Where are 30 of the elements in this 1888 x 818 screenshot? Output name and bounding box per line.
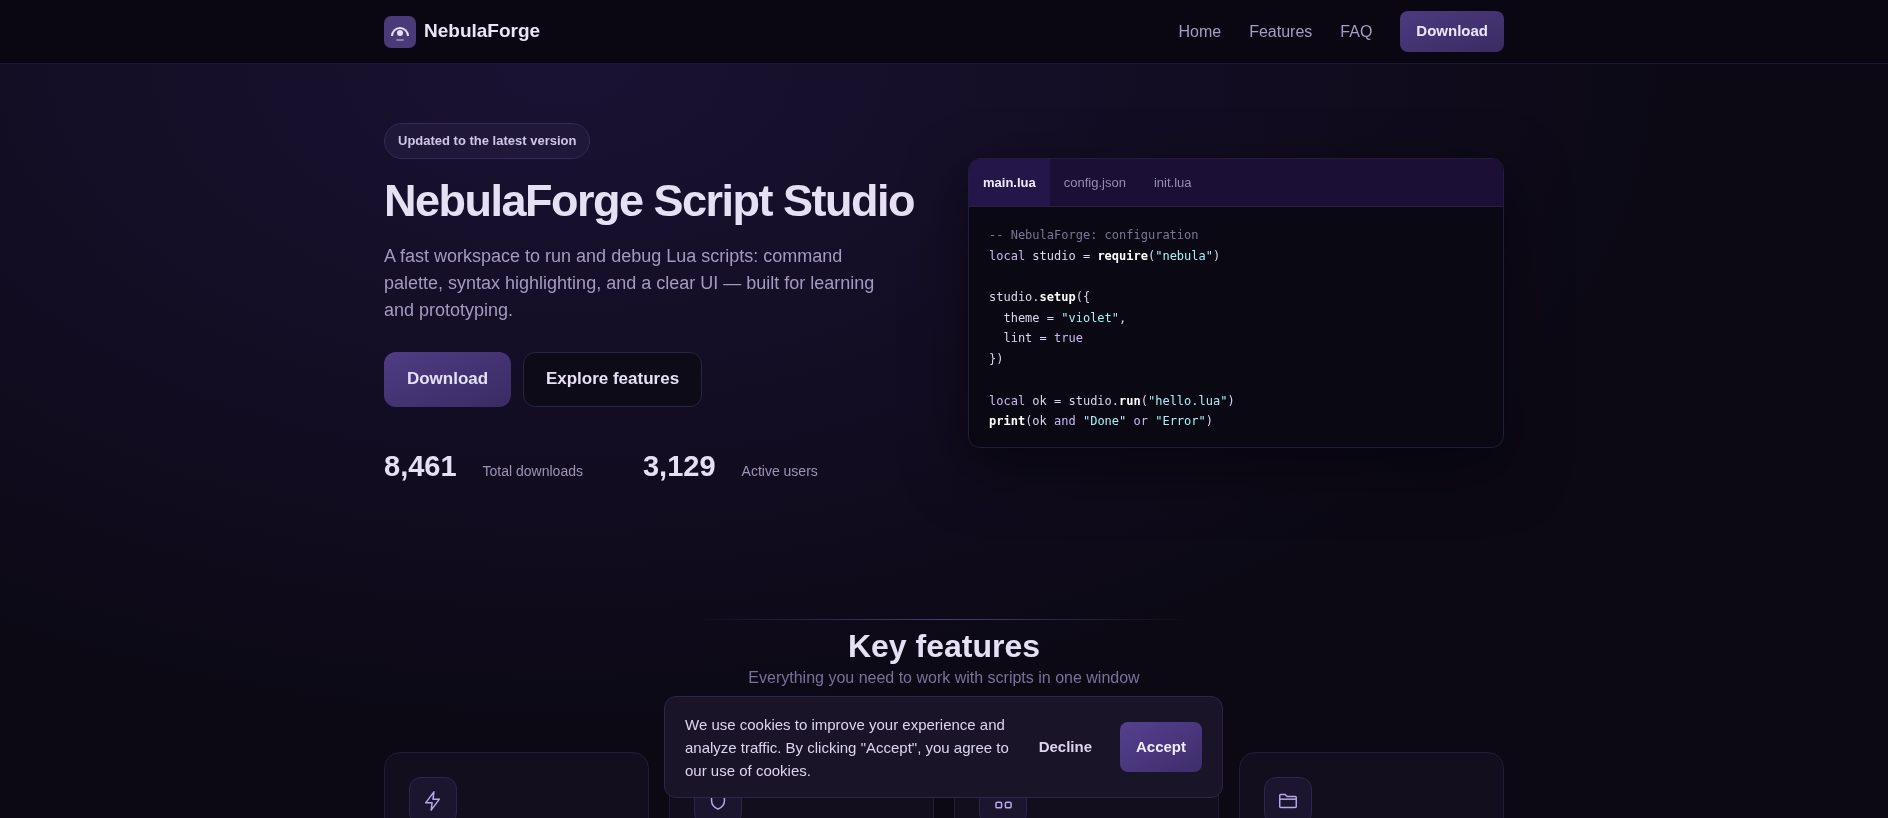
brand-name[interactable]: NebulaForge [424, 17, 541, 46]
stat-label: Active users [741, 461, 818, 481]
hero-title: NebulaForge Script Studio [384, 173, 915, 228]
cookie-message: We use cookies to improve your experience and analyze traffic. By clicking "Accept", you agree to our use of cookies. [685, 714, 1010, 781]
code-line: -- NebulaForge: configuration [989, 227, 1200, 244]
decline-button[interactable]: Decline [1030, 735, 1100, 759]
version-badge: Updated to the latest version [384, 123, 591, 159]
code-line: studio.setup({ [989, 289, 1092, 307]
nav-link[interactable]: Features [1249, 19, 1313, 44]
code-line: print(ok and "Done" or "Error") [989, 413, 1214, 431]
download-button[interactable]: Download [384, 351, 511, 407]
nav-link[interactable]: Home [1178, 19, 1222, 44]
editor-tab[interactable]: main.lua [969, 159, 1050, 206]
code-line: local ok = studio.run("hello.lua") [989, 392, 1236, 410]
section-title: Key features [847, 627, 1041, 666]
explore-features-button[interactable]: Explore features [523, 351, 702, 407]
stat-value: 3,129 [643, 448, 716, 484]
stat-label: Total downloads [482, 461, 583, 481]
stat-value: 8,461 [384, 448, 457, 484]
code-line: lint = true [1002, 330, 1084, 348]
code-line: theme = "violet", [1002, 309, 1128, 327]
editor-tab[interactable]: init.lua [1139, 159, 1206, 206]
download-button[interactable]: Download [1400, 11, 1504, 52]
section-subtitle: Everything you need to work with scripts in one window [748, 668, 1140, 688]
editor-tab[interactable]: config.json [1049, 159, 1140, 206]
code-line: }) [989, 351, 1005, 369]
code-line: local studio = require("nebula") [989, 247, 1222, 265]
accept-button[interactable]: Accept [1120, 722, 1202, 772]
hero-description: A fast workspace to run and debug Lua scripts: command palette, syntax highlighting, and a clear UI — built for learning and prototyping. [384, 244, 876, 322]
nav-link[interactable]: FAQ [1340, 19, 1373, 44]
